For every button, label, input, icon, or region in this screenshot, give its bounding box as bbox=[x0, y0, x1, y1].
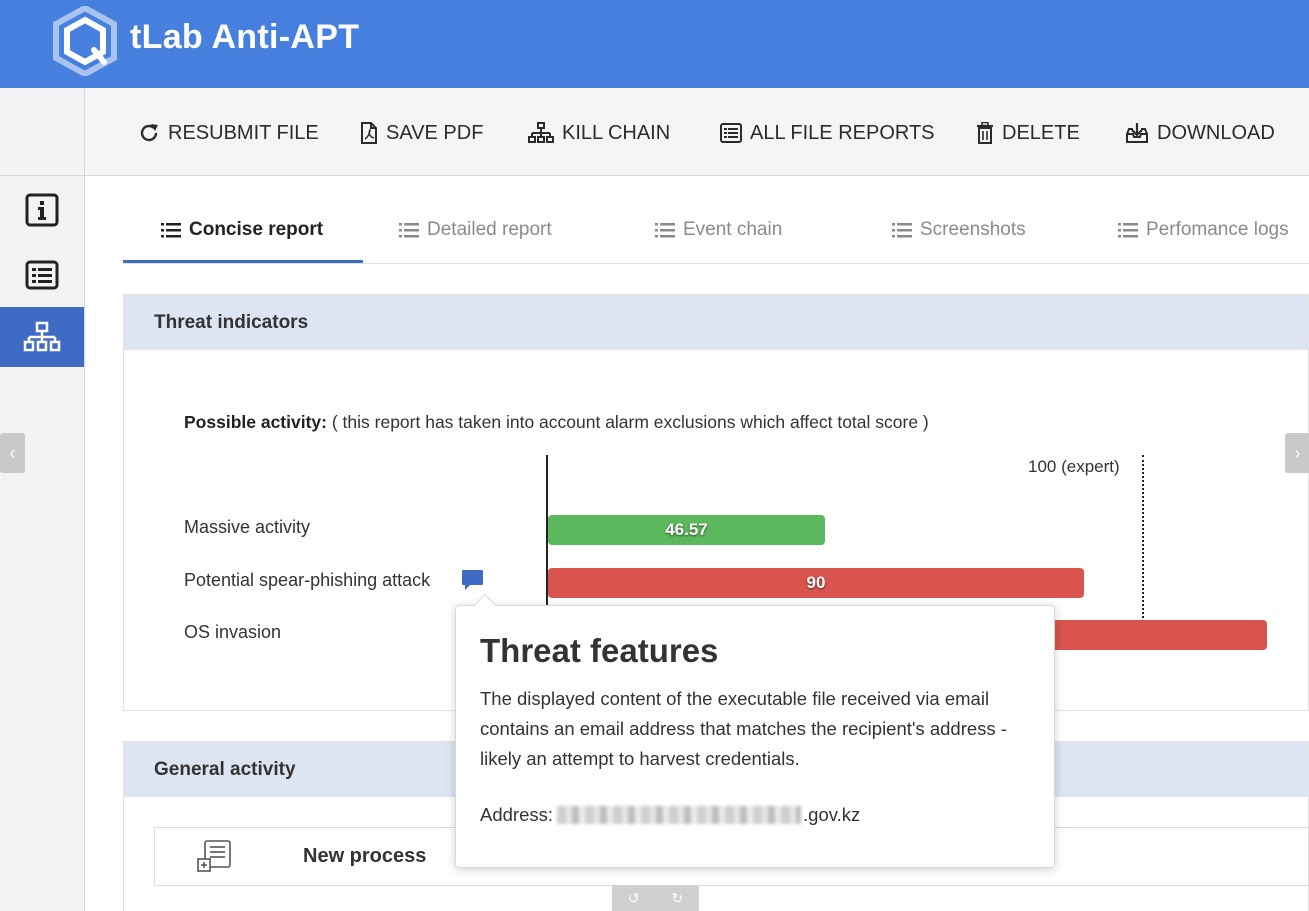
tab-concise-report[interactable]: Concise report bbox=[161, 196, 323, 263]
delete-button[interactable]: DELETE bbox=[976, 119, 1080, 147]
rotate-right-icon[interactable]: ↻ bbox=[671, 890, 683, 907]
refresh-icon bbox=[140, 124, 158, 142]
indicator-label-os-invasion: OS invasion bbox=[184, 622, 282, 642]
tab-performance-logs-label: Perfomance logs bbox=[1146, 218, 1289, 240]
tab-event-chain[interactable]: Event chain bbox=[655, 196, 782, 263]
active-tab-indicator bbox=[123, 260, 363, 263]
indicator-bar-spear-phishing[interactable]: 90 bbox=[548, 568, 1084, 598]
tab-performance-logs[interactable]: Perfomance logs bbox=[1118, 196, 1289, 263]
process-label: New process bbox=[303, 845, 427, 867]
app-title: tLab Anti-APT bbox=[130, 18, 360, 56]
redacted-address bbox=[557, 806, 802, 824]
sidebar-item-list[interactable] bbox=[0, 245, 84, 305]
comment-icon[interactable] bbox=[461, 569, 484, 591]
tooltip-description: The displayed content of the executable … bbox=[480, 688, 1007, 769]
tooltip-address: Address: .gov.kz bbox=[480, 804, 1030, 826]
indicator-label-massive-activity: Massive activity bbox=[184, 517, 311, 537]
list-icon bbox=[1118, 222, 1138, 237]
list-icon bbox=[720, 123, 742, 143]
threat-features-tooltip: Threat features The displayed content of… bbox=[455, 593, 1055, 868]
all-file-reports-label: ALL FILE REPORTS bbox=[750, 121, 935, 144]
list-icon bbox=[399, 222, 419, 237]
indicator-score: 90 bbox=[806, 573, 826, 592]
kill-chain-button[interactable]: KILL CHAIN bbox=[528, 119, 670, 147]
report-tabs: Concise report Detailed report Event cha… bbox=[123, 196, 1309, 264]
possible-activity-text: Possible activity: ( this report has tak… bbox=[184, 412, 929, 433]
resubmit-file-label: RESUBMIT FILE bbox=[168, 121, 319, 144]
list-icon bbox=[655, 222, 675, 237]
resubmit-file-button[interactable]: RESUBMIT FILE bbox=[138, 119, 319, 147]
list-icon bbox=[25, 260, 59, 290]
sidebar-item-kill-chain[interactable] bbox=[0, 307, 84, 367]
expert-threshold-label: 100 (expert) bbox=[1028, 457, 1120, 476]
toolbar: RESUBMIT FILE SAVE PDF KILL CHAIN ALL FI… bbox=[85, 88, 1309, 176]
sidebar-corner bbox=[0, 88, 84, 176]
logo-icon bbox=[53, 6, 117, 76]
carousel-prev-button[interactable]: ‹ bbox=[0, 433, 25, 473]
possible-activity-note: ( this report has taken into account ala… bbox=[326, 412, 929, 432]
pdf-file-icon bbox=[361, 122, 377, 144]
info-icon bbox=[25, 193, 59, 227]
rotate-left-icon[interactable]: ↺ bbox=[628, 890, 640, 907]
app-header: tLab Anti-APT bbox=[0, 0, 1309, 88]
trash-icon bbox=[977, 122, 993, 144]
list-icon bbox=[892, 222, 912, 237]
sitemap-icon bbox=[23, 321, 61, 352]
download-tray-icon bbox=[1126, 123, 1148, 143]
possible-activity-label: Possible activity: bbox=[184, 412, 327, 432]
kill-chain-label: KILL CHAIN bbox=[562, 121, 671, 144]
tab-screenshots[interactable]: Screenshots bbox=[892, 196, 1026, 263]
sidebar bbox=[0, 88, 85, 911]
save-pdf-button[interactable]: SAVE PDF bbox=[360, 119, 483, 147]
indicator-bar-massive-activity[interactable]: 46.57 bbox=[548, 515, 825, 545]
tooltip-title: Threat features bbox=[480, 632, 719, 669]
download-button[interactable]: DOWNLOAD bbox=[1125, 119, 1275, 147]
tab-event-chain-label: Event chain bbox=[683, 218, 783, 240]
sidebar-item-info[interactable] bbox=[0, 180, 84, 240]
carousel-next-button[interactable]: › bbox=[1285, 433, 1309, 473]
tab-detailed-report[interactable]: Detailed report bbox=[399, 196, 552, 263]
list-icon bbox=[161, 222, 181, 237]
delete-label: DELETE bbox=[1002, 121, 1080, 144]
tab-concise-label: Concise report bbox=[189, 218, 324, 240]
address-domain: .gov.kz bbox=[803, 804, 861, 825]
download-label: DOWNLOAD bbox=[1157, 121, 1275, 144]
save-pdf-label: SAVE PDF bbox=[386, 121, 484, 144]
address-label: Address: bbox=[480, 804, 554, 825]
indicator-score: 46.57 bbox=[665, 520, 708, 539]
indicator-label-spear-phishing: Potential spear-phishing attack bbox=[184, 570, 431, 590]
tab-detailed-label: Detailed report bbox=[427, 218, 552, 240]
rotate-controls: ↺ ↻ bbox=[612, 885, 699, 911]
new-process-icon bbox=[197, 840, 231, 872]
sitemap-icon bbox=[528, 122, 554, 143]
all-file-reports-button[interactable]: ALL FILE REPORTS bbox=[720, 119, 935, 147]
tab-screenshots-label: Screenshots bbox=[920, 218, 1026, 240]
threat-indicators-title: Threat indicators bbox=[124, 295, 1308, 350]
